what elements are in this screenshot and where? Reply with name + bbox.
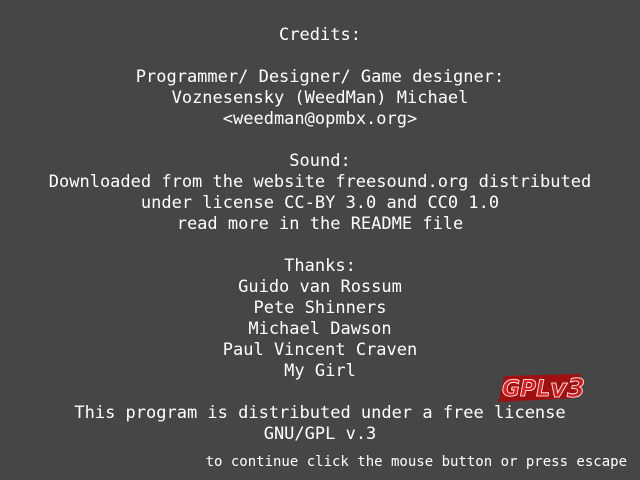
thanks-item: Guido van Rossum [238, 277, 402, 297]
thanks-item: Pete Shinners [253, 298, 387, 318]
sound-line-2: under license CC-BY 3.0 and CC0 1.0 [140, 193, 500, 213]
sound-line-3: read more in the README file [176, 214, 464, 234]
thanks-heading: Thanks: [284, 256, 356, 276]
license-line-1: This program is distributed under a free… [74, 403, 566, 423]
svg-text:GPL: GPL [502, 377, 550, 402]
sound-line-1: Downloaded from the website freesound.or… [48, 172, 592, 192]
programmer-email: <weedman@opmbx.org> [222, 109, 418, 129]
programmer-name: Voznesensky (WeedMan) Michael [171, 88, 469, 108]
programmer-heading: Programmer/ Designer/ Game designer: [135, 67, 505, 87]
credits-title: Credits: [279, 25, 361, 45]
license-line-2: GNU/GPL v.3 [263, 424, 377, 444]
sound-heading: Sound: [289, 151, 351, 171]
gplv3-logo-icon: GPL v3 [498, 374, 584, 404]
thanks-item: Paul Vincent Craven [222, 340, 418, 360]
continue-hint: to continue click the mouse button or pr… [205, 454, 627, 470]
svg-text:v3: v3 [550, 374, 584, 404]
thanks-item: Michael Dawson [248, 319, 392, 339]
